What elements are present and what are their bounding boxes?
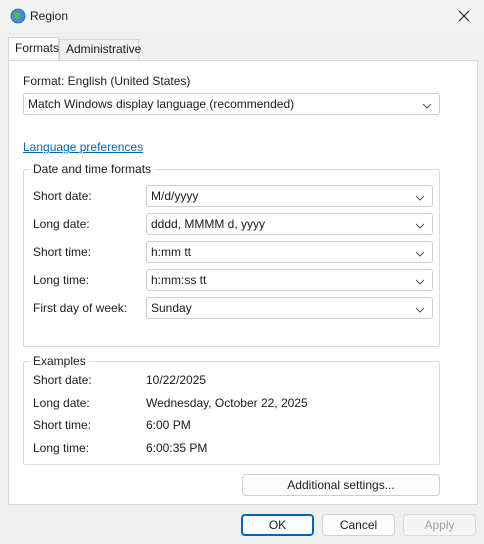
long-date-value: dddd, MMMM d, yyyy xyxy=(151,217,266,231)
close-icon[interactable] xyxy=(452,4,476,28)
first-day-of-week-label: First day of week: xyxy=(33,301,128,315)
short-date-label: Short date: xyxy=(33,189,92,203)
cancel-button[interactable]: Cancel xyxy=(322,514,395,536)
example-long-date-label: Long date: xyxy=(33,396,90,410)
language-preferences-link[interactable]: Language preferences xyxy=(23,140,143,154)
examples-group: Examples Short date: 10/22/2025 Long dat… xyxy=(23,354,440,465)
title-bar: Region xyxy=(0,0,484,32)
example-short-time-value: 6:00 PM xyxy=(146,418,191,432)
long-time-dropdown[interactable]: h:mm:ss tt xyxy=(146,269,433,291)
tab-formats[interactable]: Formats xyxy=(8,37,59,60)
format-dropdown[interactable]: Match Windows display language (recommen… xyxy=(23,93,440,115)
first-day-of-week-dropdown[interactable]: Sunday xyxy=(146,297,433,319)
example-short-time-label: Short time: xyxy=(33,418,92,432)
formats-panel: Format: English (United States) Match Wi… xyxy=(8,60,478,505)
chevron-down-icon xyxy=(414,218,426,230)
window-title: Region xyxy=(30,9,69,23)
first-day-of-week-value: Sunday xyxy=(151,301,192,315)
short-time-dropdown[interactable]: h:mm tt xyxy=(146,241,433,263)
example-short-date-value: 10/22/2025 xyxy=(146,373,207,387)
chevron-down-icon xyxy=(414,302,426,314)
example-long-time-label: Long time: xyxy=(33,441,90,455)
globe-icon xyxy=(10,8,26,24)
date-time-formats-title: Date and time formats xyxy=(30,162,155,176)
short-date-dropdown[interactable]: M/d/yyyy xyxy=(146,185,433,207)
tab-administrative[interactable]: Administrative xyxy=(59,39,141,59)
format-dropdown-value: Match Windows display language (recommen… xyxy=(28,97,295,111)
long-date-dropdown[interactable]: dddd, MMMM d, yyyy xyxy=(146,213,433,235)
chevron-down-icon xyxy=(414,190,426,202)
date-time-formats-group: Date and time formats Short date: M/d/yy… xyxy=(23,162,440,347)
long-time-value: h:mm:ss tt xyxy=(151,273,207,287)
long-date-label: Long date: xyxy=(33,217,90,231)
example-long-time-value: 6:00:35 PM xyxy=(146,441,208,455)
region-dialog: Region Formats Administrative Format: En… xyxy=(0,0,484,544)
additional-settings-button[interactable]: Additional settings... xyxy=(242,474,440,496)
ok-button[interactable]: OK xyxy=(241,514,314,536)
format-label: Format: English (United States) xyxy=(23,74,191,88)
apply-button[interactable]: Apply xyxy=(403,514,476,536)
short-time-label: Short time: xyxy=(33,245,92,259)
example-long-date-value: Wednesday, October 22, 2025 xyxy=(146,396,308,410)
short-time-value: h:mm tt xyxy=(151,245,192,259)
example-short-date-label: Short date: xyxy=(33,373,92,387)
examples-title: Examples xyxy=(30,354,89,368)
long-time-label: Long time: xyxy=(33,273,90,287)
chevron-down-icon xyxy=(414,246,426,258)
chevron-down-icon xyxy=(414,274,426,286)
chevron-down-icon xyxy=(421,98,433,110)
short-date-value: M/d/yyyy xyxy=(151,189,199,203)
